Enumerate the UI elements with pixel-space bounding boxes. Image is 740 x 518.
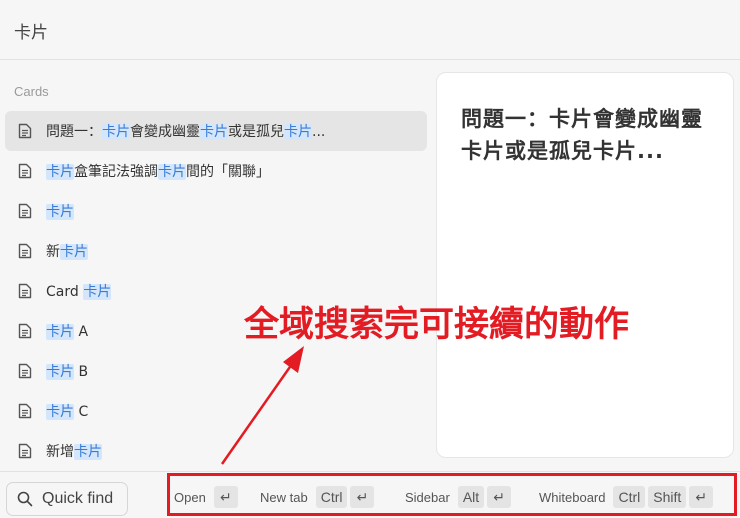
- annotation-arrow: [220, 346, 304, 465]
- annotation-text: 全域搜索完可接續的動作: [244, 305, 630, 345]
